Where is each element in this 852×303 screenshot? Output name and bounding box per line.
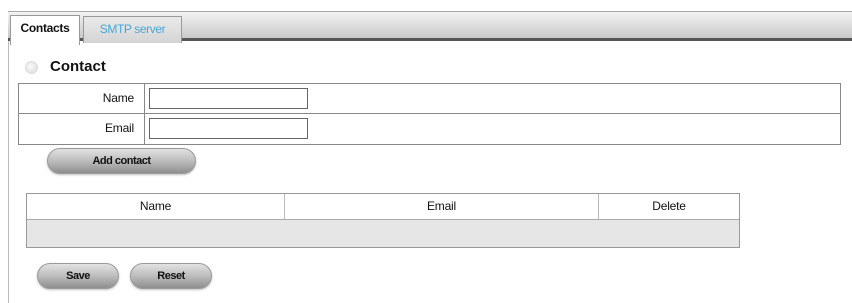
add-contact-button[interactable]: Add contact [47,148,196,174]
circle-bullet-icon [25,61,38,74]
tab-smtp-server[interactable]: SMTP server [83,16,182,43]
column-header-delete: Delete [652,199,686,213]
tab-contacts[interactable]: Contacts [10,15,80,45]
table-empty-row [27,220,739,247]
contacts-table: Name Email Delete [26,193,740,248]
form-row-email: Email [19,114,840,144]
email-input[interactable] [149,118,308,139]
column-header-name: Name [27,194,285,219]
section-title: Contact [50,58,106,75]
column-header-email: Email [285,194,599,219]
form-row-name: Name [19,84,840,114]
tab-bar: Contacts SMTP server [8,11,852,45]
name-label: Name [19,84,145,113]
email-label: Email [19,114,145,144]
reset-button[interactable]: Reset [130,263,212,289]
panel-border [8,41,9,303]
name-input[interactable] [149,88,308,109]
save-button[interactable]: Save [37,263,119,289]
contact-form: Name Email [18,83,841,145]
table-header: Name Email Delete [27,194,739,220]
